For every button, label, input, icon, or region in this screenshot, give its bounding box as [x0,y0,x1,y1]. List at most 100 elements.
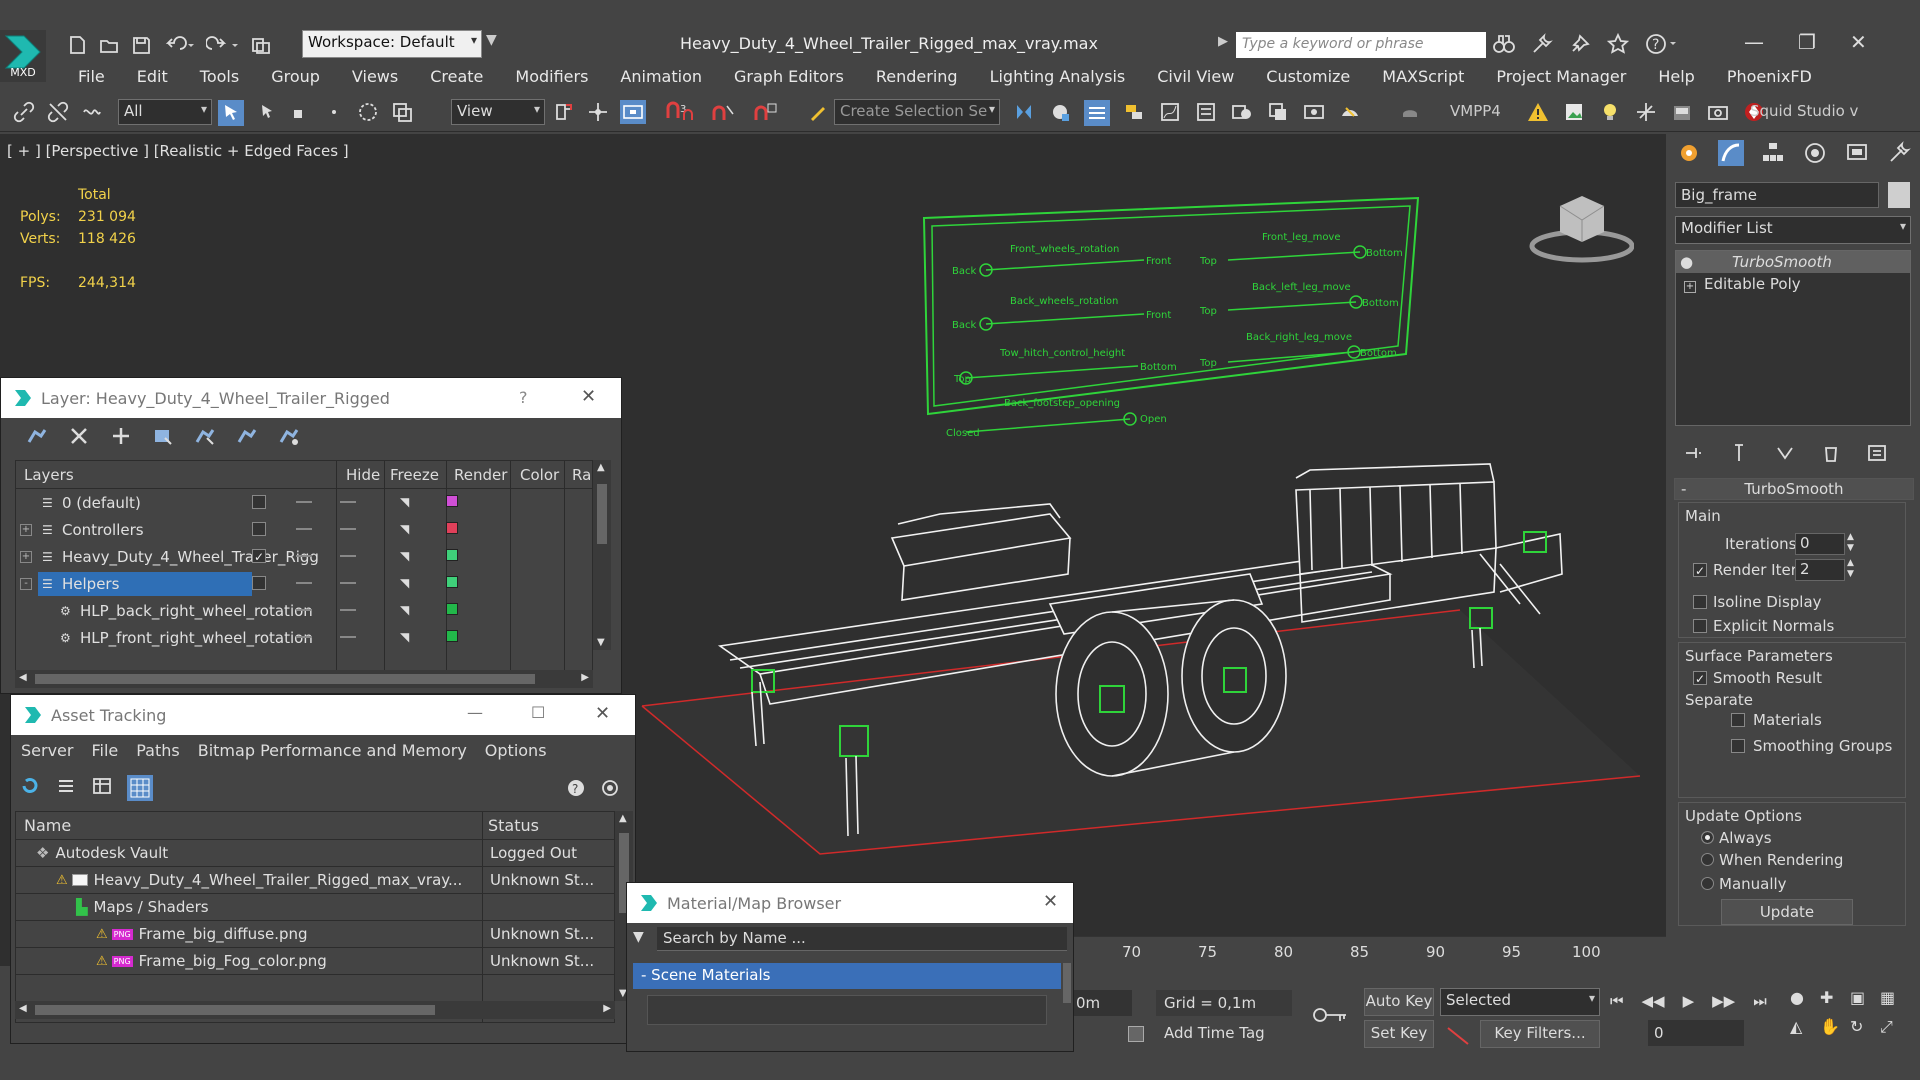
isolate-icon[interactable] [1128,1026,1144,1042]
current-layer-checkbox[interactable] [252,549,266,563]
hide-toggle-icon[interactable] [296,501,312,503]
col-layers[interactable]: Layers [24,466,74,484]
menu-rendering[interactable]: Rendering [860,67,974,86]
asset-menu-server[interactable]: Server [21,741,73,760]
asset-row[interactable]: ⚠ Heavy_Duty_4_Wheel_Trailer_Rigged_max_v… [16,867,614,894]
freeze-layers-icon[interactable] [277,424,301,448]
scene-explorer-icon[interactable] [1122,100,1146,124]
select-by-name-icon[interactable] [254,100,278,124]
material-search-input[interactable]: Search by Name ... [657,927,1067,951]
display-tab-icon[interactable] [1844,140,1870,166]
layer-color-swatch[interactable] [446,549,458,561]
pan-icon[interactable]: ✋ [1820,1017,1850,1037]
schematic-view-icon[interactable] [1194,100,1218,124]
zoom-all-icon[interactable]: ✚ [1820,988,1850,1007]
warning-icon[interactable] [1526,100,1550,124]
search-input[interactable]: Type a keyword or phrase [1236,32,1486,58]
selection-set-dropdown[interactable]: Create Selection Se ▾ [834,99,1000,125]
render-iters-checkbox[interactable] [1693,563,1707,577]
minimize-icon[interactable]: — [1744,30,1764,54]
modifier-list-dropdown[interactable]: Modifier List ▾ [1675,216,1911,244]
maximize-icon[interactable]: ☐ [531,703,545,722]
render-window-icon[interactable] [1670,100,1694,124]
menu-modifiers[interactable]: Modifiers [499,67,604,86]
current-layer-checkbox[interactable] [252,576,266,590]
utilities-tab-icon[interactable] [1886,140,1912,166]
smooth-result-checkbox[interactable] [1693,671,1707,685]
teapot-icon[interactable] [1398,100,1422,124]
hide-toggle-icon[interactable] [296,582,312,584]
add-to-layer-icon[interactable] [151,424,175,448]
scroll-thumb[interactable] [35,1005,435,1015]
freeze-toggle-icon[interactable] [340,555,356,557]
menu-file[interactable]: File [62,67,121,86]
render-setup-icon[interactable] [1266,100,1290,124]
menu-graph-editors[interactable]: Graph Editors [718,67,860,86]
layer-color-swatch[interactable] [446,495,458,507]
menu-civil-view[interactable]: Civil View [1141,67,1250,86]
camera-icon[interactable] [1706,100,1730,124]
menu-views[interactable]: Views [336,67,414,86]
key-mode-dropdown[interactable]: Selected ▾ [1440,988,1600,1016]
rollout-header[interactable]: - TurboSmooth [1674,478,1914,500]
create-tab-icon[interactable] [1676,140,1702,166]
previous-frame-icon[interactable]: ◀◀ [1642,992,1665,1010]
current-layer-checkbox[interactable] [252,495,266,509]
expand-icon[interactable]: + [1684,281,1696,293]
stack-item-turbosmooth[interactable]: ● TurboSmooth [1676,251,1910,273]
go-to-end-icon[interactable]: ⏭ [1753,992,1767,1010]
zoom-extents-icon[interactable]: ▣ [1850,988,1880,1007]
explicit-normals-checkbox[interactable] [1693,619,1707,633]
menu-customize[interactable]: Customize [1250,67,1366,86]
close-icon[interactable]: ✕ [581,386,596,407]
layer-color-swatch[interactable] [446,630,458,642]
auto-key-button[interactable]: Auto Key [1364,988,1434,1016]
layer-vertical-scrollbar[interactable]: ▲ ▼ [593,460,611,650]
scroll-right-icon[interactable]: ▶ [581,672,589,683]
grid-view-icon[interactable] [127,775,153,801]
new-file-icon[interactable] [66,34,88,56]
scroll-left-icon[interactable]: ◀ [19,1003,27,1014]
key-filters-button[interactable]: Key Filters... [1480,1020,1600,1048]
settings-icon[interactable] [599,777,621,799]
menu-group[interactable]: Group [255,67,336,86]
freeze-toggle-icon[interactable] [340,609,356,611]
play-icon[interactable]: ▶ [1683,992,1695,1010]
render-toggle-icon[interactable]: ◥ [400,549,409,563]
scroll-right-icon[interactable]: ▶ [603,1003,611,1014]
expand-icon[interactable]: - [20,577,32,590]
add-time-tag-button[interactable]: Add Time Tag [1156,1020,1292,1046]
reference-coordinate-dropdown[interactable]: View ▾ [451,99,545,125]
hide-toggle-icon[interactable] [296,528,312,530]
show-end-result-icon[interactable] [1728,442,1750,464]
current-layer-checkbox[interactable] [252,522,266,536]
update-button[interactable]: Update [1721,899,1853,925]
render-toggle-icon[interactable]: ◥ [400,495,409,509]
workspace-dropdown[interactable]: Workspace: Default ▾ [302,30,482,58]
menu-help[interactable]: Help [1642,67,1710,86]
asset-menu-paths[interactable]: Paths [136,741,179,760]
add-layer-icon[interactable] [109,424,133,448]
motion-tab-icon[interactable] [1802,140,1828,166]
collapse-icon[interactable]: - [1681,479,1686,499]
asset-menu-bitmap[interactable]: Bitmap Performance and Memory [198,741,467,760]
isoline-display-checkbox[interactable] [1693,595,1707,609]
curve-editor-icon[interactable] [1158,100,1182,124]
rectangle-region-icon[interactable] [288,100,312,124]
project-folder-icon[interactable] [250,34,272,56]
layer-row[interactable]: - ☰ Helpers ◥ [16,570,592,597]
window-crossing-icon[interactable] [322,100,346,124]
maximize-viewport-icon[interactable]: ⤢ [1880,1017,1910,1037]
mirror-icon[interactable] [1012,100,1036,124]
set-key-button[interactable]: Set Key [1364,1020,1434,1048]
materials-checkbox[interactable] [1731,713,1745,727]
asset-horizontal-scrollbar[interactable]: ◀ ▶ [15,1001,615,1019]
pivot-center-icon[interactable] [552,100,576,124]
angle-snap-icon[interactable] [710,100,740,124]
layer-name-cell[interactable]: ☰ Controllers [38,518,148,542]
expand-icon[interactable]: + [20,523,32,536]
open-file-icon[interactable] [98,34,120,56]
scroll-thumb[interactable] [597,484,607,544]
render-toggle-icon[interactable]: ◥ [400,522,409,536]
move-icon[interactable] [356,100,380,124]
